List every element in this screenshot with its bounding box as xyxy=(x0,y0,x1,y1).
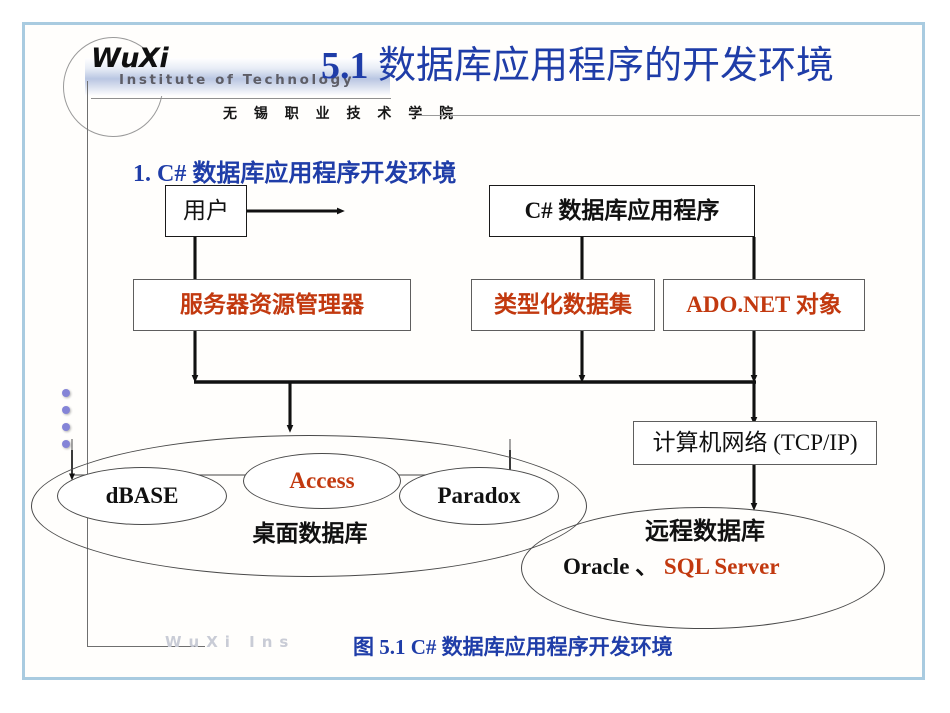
node-user-label: 用户 xyxy=(183,198,229,224)
node-server-resource-manager[interactable]: 服务器资源管理器 xyxy=(133,279,411,331)
node-dbase-label: dBASE xyxy=(105,483,179,508)
node-ado-net-objects-label: ADO.NET 对象 xyxy=(686,292,842,318)
node-ado-net-objects[interactable]: ADO.NET 对象 xyxy=(663,279,865,331)
remote-db-product-oracle: Oracle 、 xyxy=(563,554,664,579)
node-csharp-app-label: C# 数据库应用程序 xyxy=(524,198,720,224)
node-computer-network[interactable]: 计算机网络 (TCP/IP) xyxy=(633,421,877,465)
group-remote-database-label: 远程数据库 xyxy=(645,519,765,545)
footer-watermark: WuXi Ins xyxy=(165,633,296,651)
node-dbase[interactable]: dBASE xyxy=(57,467,227,525)
node-user[interactable]: 用户 xyxy=(165,185,247,237)
slide-canvas: WuXi Institute of Technology 无 锡 职 业 技 术… xyxy=(25,25,922,677)
group-remote-database-products: Oracle 、 SQL Server xyxy=(563,553,863,580)
node-paradox-label: Paradox xyxy=(437,483,521,508)
node-csharp-app[interactable]: C# 数据库应用程序 xyxy=(489,185,755,237)
node-access-label: Access xyxy=(289,468,355,493)
remote-db-product-sqlserver: SQL Server xyxy=(663,554,780,579)
slide-frame: WuXi Institute of Technology 无 锡 职 业 技 术… xyxy=(22,22,925,680)
node-typed-dataset-label: 类型化数据集 xyxy=(494,292,632,318)
node-paradox[interactable]: Paradox xyxy=(399,467,559,525)
node-server-resource-manager-label: 服务器资源管理器 xyxy=(180,292,364,318)
figure-caption: 图 5.1 C# 数据库应用程序开发环境 xyxy=(353,635,673,659)
group-desktop-database-label: 桌面数据库 xyxy=(252,521,368,546)
node-access[interactable]: Access xyxy=(243,453,401,509)
architecture-diagram: 用户 C# 数据库应用程序 服务器资源管理器 类型化数据集 ADO.NET 对象… xyxy=(25,25,928,683)
node-typed-dataset[interactable]: 类型化数据集 xyxy=(471,279,655,331)
node-computer-network-label: 计算机网络 (TCP/IP) xyxy=(652,430,858,456)
